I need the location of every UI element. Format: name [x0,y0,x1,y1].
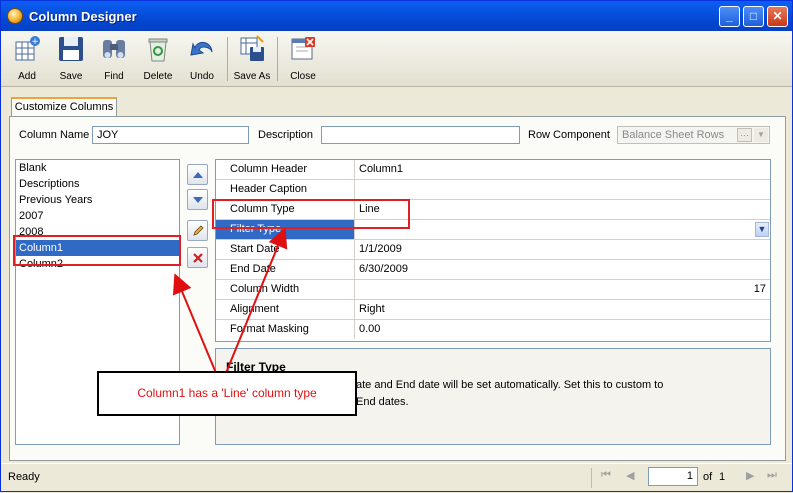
row-component-select[interactable]: Balance Sheet Rows ··· ▼ [617,126,770,144]
column-name-field[interactable]: JOY [92,126,249,144]
toolbar-separator [227,37,228,81]
column-designer-window: Column Designer _ □ ✕ + Add Save Find De… [0,0,793,492]
property-value[interactable] [356,220,770,239]
property-value[interactable] [356,180,770,199]
tab-customize-columns[interactable]: Customize Columns [11,97,117,117]
close-label: Close [290,71,316,82]
maximize-button[interactable]: □ [743,6,764,27]
description-field[interactable] [321,126,520,144]
save-as-label: Save As [233,71,271,82]
binoculars-icon [103,40,125,58]
property-value[interactable]: 1/1/2009 [356,240,770,259]
status-bar: Ready ⏮ ◀ 1 of 1 ▶ ⏭ [1,463,792,491]
close-window-icon [291,37,315,60]
close-button[interactable]: Close [283,34,323,84]
find-button[interactable]: Find [94,34,134,84]
property-row[interactable]: Start Date 1/1/2009 [216,240,770,260]
edit-button[interactable] [187,220,208,241]
delete-x-icon [192,253,203,263]
property-row[interactable]: Format Masking 0.00 [216,320,770,340]
delete-column-button[interactable] [187,247,208,268]
save-button[interactable]: Save [51,34,91,84]
undo-button[interactable]: Undo [182,34,222,84]
first-page-icon[interactable]: ⏮ [601,469,611,482]
page-total: 1 [719,471,726,483]
property-row[interactable]: Column Header Column1 [216,160,770,180]
properties-grid[interactable]: Column Header Column1 Header Caption Colu… [215,159,771,342]
save-as-button[interactable]: Save As [232,34,272,84]
next-page-icon[interactable]: ▶ [746,469,754,482]
find-label: Find [104,71,124,82]
move-up-button[interactable] [187,164,208,185]
chevron-down-icon[interactable]: ▼ [755,222,769,237]
minimize-button[interactable]: _ [719,6,740,27]
list-item[interactable]: Previous Years [16,192,179,208]
highlight-box-column-type [212,199,410,229]
property-value[interactable]: 6/30/2009 [356,260,770,279]
property-row[interactable]: Header Caption [216,180,770,200]
save-as-icon [240,35,264,61]
move-down-icon [192,197,203,203]
column-name-label: Column Name [19,129,90,141]
property-key: Header Caption [216,180,355,199]
row-component-value: Balance Sheet Rows [622,129,725,141]
list-item[interactable]: Blank [16,160,179,176]
last-page-icon[interactable]: ⏭ [767,469,777,482]
status-separator [591,468,592,488]
svg-text:+: + [31,37,39,47]
ellipsis-button[interactable]: ··· [737,128,752,142]
recycle-bin-icon [148,38,168,62]
property-value[interactable]: Line [356,200,770,219]
property-key: Column Width [216,280,355,299]
close-window-button[interactable]: ✕ [767,6,788,27]
page-of-label: of [703,471,713,483]
highlight-box-list [13,235,181,266]
property-key: Alignment [216,300,355,319]
chevron-down-icon[interactable]: ▼ [754,128,768,142]
property-row[interactable]: Alignment Right [216,300,770,320]
property-value[interactable]: Column1 [356,160,770,179]
delete-label: Delete [143,71,173,82]
title-bar[interactable]: Column Designer _ □ ✕ [1,1,792,31]
property-key: End Date [216,260,355,279]
delete-button[interactable]: Delete [138,34,178,84]
window-title: Column Designer [29,9,137,24]
edit-pencil-icon [192,225,204,236]
annotation-callout: Column1 has a 'Line' column type [97,371,357,416]
add-grid-icon: + [15,36,40,61]
undo-label: Undo [190,71,214,82]
move-up-icon [192,172,203,178]
property-value[interactable]: Right [356,300,770,319]
floppy-disk-icon [59,37,83,61]
property-value[interactable]: 17 [356,280,770,299]
status-text: Ready [8,471,40,483]
toolbar: + Add Save Find Delete Undo Save As Clos… [1,31,792,87]
move-down-button[interactable] [187,189,208,210]
description-label: Description [258,129,314,141]
previous-page-icon[interactable]: ◀ [626,469,634,482]
property-key: Start Date [216,240,355,259]
list-item[interactable]: Descriptions [16,176,179,192]
row-component-label: Row Component [528,129,610,141]
toolbar-separator [277,37,278,81]
list-item[interactable]: 2007 [16,208,179,224]
property-value[interactable]: 0.00 [356,320,770,339]
save-label: Save [59,71,83,82]
property-row[interactable]: Column Width 17 [216,280,770,300]
property-key: Column Header [216,160,355,179]
page-number-input[interactable]: 1 [648,467,698,486]
undo-arrow-icon [190,42,213,56]
property-row[interactable]: End Date 6/30/2009 [216,260,770,280]
app-icon [7,8,23,24]
property-key: Format Masking [216,320,355,339]
add-label: Add [18,71,36,82]
add-button[interactable]: + Add [7,34,47,84]
